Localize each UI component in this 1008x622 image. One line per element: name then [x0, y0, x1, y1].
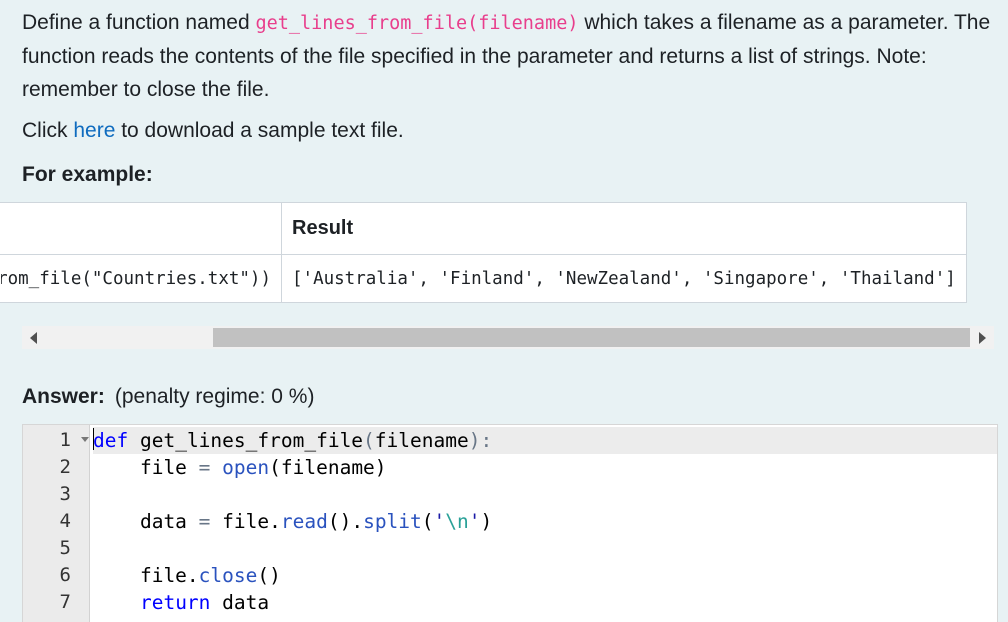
table-horizontal-scrollbar[interactable] — [22, 326, 994, 349]
code-line-5[interactable] — [93, 535, 997, 562]
builtin-token: open — [222, 456, 270, 479]
code-line-3[interactable] — [93, 481, 997, 508]
question-text: Define a function named get_lines_from_f… — [22, 6, 997, 106]
download-text: to download a sample text file. — [115, 119, 404, 142]
method-token: read — [280, 510, 328, 533]
answer-label: Answer: — [22, 385, 105, 408]
keyword-token: def — [93, 429, 129, 452]
method-token: split — [363, 510, 422, 533]
text-cursor — [93, 428, 94, 450]
line-number: 4 — [59, 510, 71, 532]
scrollbar-thumb[interactable] — [213, 328, 970, 347]
download-text: Click — [22, 119, 74, 142]
line-number: 6 — [59, 564, 71, 586]
code-line-2[interactable]: file = open(filename) — [93, 454, 997, 481]
download-paragraph: Click here to download a sample text fil… — [22, 114, 404, 147]
line-number: 1 — [59, 429, 71, 451]
code-line-4[interactable]: data = file.read().split('\n') — [93, 508, 997, 535]
code-line-1[interactable]: def get_lines_from_file(filename): — [93, 427, 997, 454]
line-number-gutter: 1 2 3 4 5 6 7 — [23, 425, 90, 622]
code-editor[interactable]: 1 2 3 4 5 6 7 def get_lines_from_file(fi… — [22, 424, 998, 622]
download-link[interactable]: here — [73, 119, 115, 142]
paren-token: ( — [363, 429, 375, 452]
table-row: print(get_lines_from_file("Countries.txt… — [0, 254, 967, 303]
test-cell-value: print(get_lines_from_file("Countries.txt… — [1, 268, 271, 289]
escape-token: \n — [445, 510, 469, 533]
example-table-container: Result print(get_lines_from_file("Countr… — [0, 202, 994, 303]
keyword-token: return — [139, 591, 211, 614]
paren-token: ): — [468, 429, 493, 452]
line-number: 3 — [59, 483, 71, 505]
result-cell: ['Australia', 'Finland', 'NewZealand', '… — [281, 254, 967, 303]
table-header-row: Result — [0, 202, 967, 255]
test-column-header — [0, 202, 282, 255]
line-number: 5 — [59, 537, 71, 559]
result-column-header: Result — [281, 202, 967, 255]
operator-token: = — [198, 510, 211, 533]
answer-heading: Answer: (penalty regime: 0 %) — [22, 381, 314, 413]
scroll-right-icon[interactable] — [979, 332, 986, 344]
operator-token: = — [198, 456, 211, 479]
string-token: ' — [433, 510, 446, 533]
penalty-regime: (penalty regime: 0 %) — [114, 385, 315, 408]
line-number: 2 — [59, 456, 71, 478]
function-name-token: get_lines_from_file — [139, 429, 364, 452]
line-number: 7 — [59, 591, 71, 613]
test-cell: print(get_lines_from_file("Countries.txt… — [0, 254, 282, 303]
method-token: close — [198, 564, 258, 587]
question-text-part: Define a function named — [22, 11, 256, 34]
scroll-left-icon[interactable] — [30, 332, 37, 344]
code-line-6[interactable]: file.close() — [93, 562, 997, 589]
code-line-7[interactable]: return data — [93, 589, 997, 616]
fold-arrow-icon[interactable] — [81, 437, 89, 442]
question-paragraph: Define a function named get_lines_from_f… — [22, 6, 997, 106]
string-token: ' — [468, 510, 481, 533]
for-example-heading: For example: — [22, 163, 153, 186]
function-signature-code: get_lines_from_file(filename) — [255, 13, 579, 34]
example-table: Result print(get_lines_from_file("Countr… — [0, 202, 967, 303]
test-cell-text: print(get_lines_from_file("Countries.txt… — [1, 269, 271, 289]
